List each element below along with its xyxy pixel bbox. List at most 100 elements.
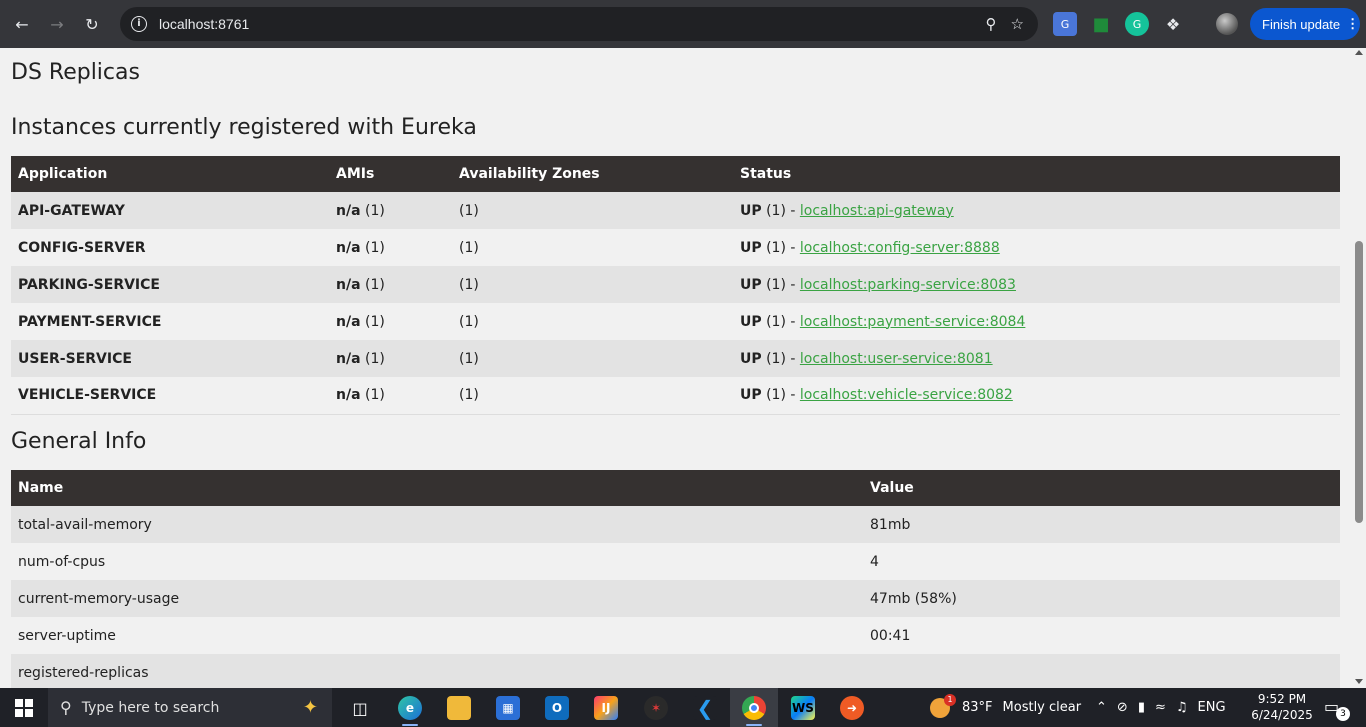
intellij-icon[interactable]: IJ [594,696,618,720]
language-indicator[interactable]: ENG [1198,700,1226,715]
taskbar-search-box[interactable]: ⚲ Type here to search ✦ [48,688,332,727]
weather-badge: 1 [944,693,956,706]
status-count: (1) - [761,202,800,219]
browser-toolbar: ← → ↻ i localhost:8761 ⚲ ☆ G ■ G ❖ Finis… [0,0,1366,48]
chrome-icon[interactable] [742,696,766,720]
zoom-icon[interactable]: ⚲ [986,15,997,33]
menu-dots-icon: ⋮ [1346,16,1360,31]
instance-link[interactable]: localhost:payment-service:8084 [800,314,1025,330]
vscode-icon[interactable]: ❮ [693,696,717,720]
clock-date: 6/24/2025 [1251,708,1313,722]
site-info-icon[interactable]: i [131,16,147,32]
zones-cell: (1) [452,340,733,377]
weather-desc: Mostly clear [1002,700,1082,715]
table-row: PARKING-SERVICE n/a (1) (1) UP (1) - loc… [11,266,1340,303]
finish-update-button[interactable]: Finish update ⋮ [1250,8,1360,40]
show-hidden-icons-icon[interactable]: ⌃ [1096,700,1107,715]
eureka-dashboard: DS Replicas Instances currently register… [0,48,1352,688]
info-name: server-uptime [11,617,863,654]
weather-temp: 83°F [962,700,993,715]
system-tray: ⌃ ⊘ ▮ ≈ ♫ ENG [1096,688,1226,727]
ami-cell: n/a (1) [329,340,452,377]
info-name: total-avail-memory [11,506,863,543]
extension-green-icon[interactable]: ■ [1089,12,1113,36]
clock-time: 9:52 PM [1257,692,1307,706]
microsoft-store-icon[interactable]: ▦ [496,696,520,720]
status-value: UP [740,202,762,219]
outlook-icon[interactable]: O [545,696,569,720]
status-count: (1) - [761,313,800,330]
postman-icon[interactable]: ➜ [840,696,864,720]
status-count: (1) - [761,350,800,367]
app-name: PARKING-SERVICE [11,266,329,303]
ami-cell: n/a (1) [329,377,452,415]
zones-cell: (1) [452,377,733,415]
table-row: num-of-cpus 4 [11,543,1340,580]
copilot-sparkle-icon: ✦ [302,697,318,718]
search-icon: ⚲ [60,698,72,717]
grammarly-icon[interactable]: G [1125,12,1149,36]
status-value: UP [740,350,762,367]
back-icon[interactable]: ← [6,8,38,40]
status-value: UP [740,276,762,293]
taskbar-clock[interactable]: 9:52 PM 6/24/2025 [1250,691,1314,723]
column-header-status: Status [733,156,1340,192]
instances-heading: Instances currently registered with Eure… [11,115,477,140]
bookmark-star-icon[interactable]: ☆ [1011,15,1024,33]
windows-start-button[interactable] [0,688,48,727]
network-icon[interactable]: ⊘ [1117,700,1128,715]
weather-widget[interactable]: 1 83°F Mostly clear [930,688,1081,727]
forward-icon[interactable]: → [41,8,73,40]
ami-cell: n/a (1) [329,303,452,340]
webstorm-icon[interactable]: WS [791,696,815,720]
battery-icon[interactable]: ▮ [1138,700,1145,715]
status-cell: UP (1) - localhost:config-server:8888 [733,229,1340,266]
wifi-icon[interactable]: ≈ [1155,700,1166,715]
finish-update-label: Finish update [1262,16,1341,32]
info-name: current-memory-usage [11,580,863,617]
column-header-amis: AMIs [329,156,452,192]
app-name: VEHICLE-SERVICE [11,377,329,415]
table-row: server-uptime 00:41 [11,617,1340,654]
instance-link[interactable]: localhost:config-server:8888 [800,240,1000,256]
ami-value: n/a [336,239,361,256]
app-name: API-GATEWAY [11,192,329,229]
ami-count: (1) [360,387,385,404]
volume-icon[interactable]: ♫ [1176,700,1188,715]
red-app-icon[interactable]: ✶ [644,696,668,720]
zones-cell: (1) [452,192,733,229]
url-text[interactable]: localhost:8761 [159,16,249,32]
instance-link[interactable]: localhost:user-service:8081 [800,351,993,367]
status-cell: UP (1) - localhost:vehicle-service:8082 [733,377,1340,415]
extensions-puzzle-icon[interactable]: ❖ [1161,12,1185,36]
status-count: (1) - [761,276,800,293]
info-value: 4 [863,543,1340,580]
ami-cell: n/a (1) [329,266,452,303]
google-translate-icon[interactable]: G [1053,12,1077,36]
instance-link[interactable]: localhost:vehicle-service:8082 [800,387,1013,403]
notification-center-icon[interactable]: ▭ 3 [1324,697,1350,721]
zones-cell: (1) [452,229,733,266]
windows-taskbar: ⚲ Type here to search ✦ ◫ e ▦ O IJ ✶ ❮ W… [0,688,1366,727]
column-header-value: Value [863,470,1340,506]
task-view-icon[interactable]: ◫ [348,696,372,720]
ami-value: n/a [336,313,361,330]
status-cell: UP (1) - localhost:api-gateway [733,192,1340,229]
column-header-zones: Availability Zones [452,156,733,192]
app-name: PAYMENT-SERVICE [11,303,329,340]
ami-value: n/a [336,350,361,367]
reload-icon[interactable]: ↻ [76,8,108,40]
file-explorer-icon[interactable] [447,696,471,720]
instance-link[interactable]: localhost:parking-service:8083 [800,277,1016,293]
scroll-up-icon[interactable] [1355,50,1363,55]
scroll-down-icon[interactable] [1355,679,1363,684]
edge-icon[interactable]: e [398,696,422,720]
status-value: UP [740,387,762,404]
profile-avatar[interactable] [1216,13,1238,35]
vertical-scrollbar[interactable] [1352,48,1366,688]
scrollbar-thumb[interactable] [1355,241,1363,523]
address-bar[interactable]: i localhost:8761 ⚲ ☆ [120,7,1038,41]
column-header-application: Application [11,156,329,192]
general-info-table: Name Value total-avail-memory 81mb num-o… [11,470,1340,688]
instance-link[interactable]: localhost:api-gateway [800,203,954,219]
